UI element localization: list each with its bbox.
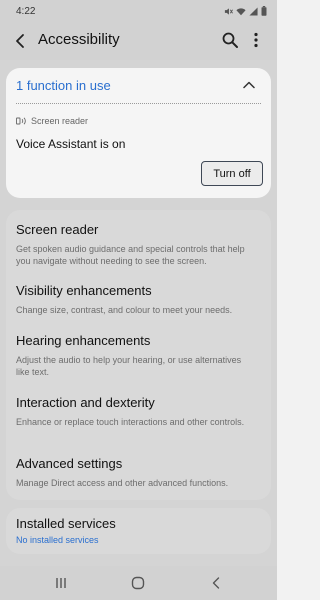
status-bar: 4:22 xyxy=(0,0,277,22)
mute-icon xyxy=(224,7,233,15)
screen-reader-icon xyxy=(16,117,26,125)
back-nav-icon[interactable] xyxy=(210,576,222,590)
menu-item-description: Adjust the audio to help your hearing, o… xyxy=(16,355,242,377)
menu-item-visibility[interactable]: Visibility enhancements Change size, con… xyxy=(6,283,271,317)
active-function-card: 1 function in use Screen reader Voice As… xyxy=(6,68,271,198)
menu-item-title: Screen reader xyxy=(16,222,99,237)
active-function-title: 1 function in use xyxy=(16,78,111,93)
menu-item-interaction[interactable]: Interaction and dexterity Enhance or rep… xyxy=(6,395,271,441)
voice-assistant-status: Voice Assistant is on xyxy=(16,137,126,151)
dotted-divider xyxy=(16,103,261,104)
search-icon[interactable] xyxy=(221,31,239,49)
installed-services[interactable]: Installed services No installed services xyxy=(6,508,271,554)
back-arrow-icon[interactable] xyxy=(12,32,30,50)
menu-item-description: Get spoken audio guidance and special co… xyxy=(16,244,245,266)
menu-item-title: Hearing enhancements xyxy=(16,333,151,348)
app-bar: Accessibility xyxy=(0,22,277,60)
menu-item-description: Enhance or replace touch interactions an… xyxy=(16,417,245,427)
active-function-header[interactable]: 1 function in use xyxy=(6,68,271,102)
service-label: Screen reader xyxy=(31,116,89,126)
home-icon[interactable] xyxy=(131,576,145,590)
status-icons xyxy=(224,6,267,16)
installed-services-title: Installed services xyxy=(16,516,116,531)
menu-item-title: Advanced settings xyxy=(16,456,123,471)
signal-icon xyxy=(249,6,258,16)
menu-item-description: Change size, contrast, and colour to mee… xyxy=(16,305,233,315)
wifi-icon xyxy=(236,7,246,15)
service-row: Screen reader xyxy=(16,116,88,126)
menu-item-hearing[interactable]: Hearing enhancements Adjust the audio to… xyxy=(6,333,271,379)
battery-icon xyxy=(261,6,267,16)
menu-item-title: Visibility enhancements xyxy=(16,283,152,298)
page-title: Accessibility xyxy=(38,31,120,48)
recents-icon[interactable] xyxy=(54,577,68,589)
menu-item-title: Interaction and dexterity xyxy=(16,395,155,410)
status-time: 4:22 xyxy=(16,5,36,17)
menu-item-advanced[interactable]: Advanced settings Manage Direct access a… xyxy=(6,456,271,490)
chevron-up-icon[interactable] xyxy=(242,78,256,92)
menu-item-screen-reader[interactable]: Screen reader Get spoken audio guidance … xyxy=(6,222,271,268)
installed-services-subtitle: No installed services xyxy=(16,535,99,545)
accessibility-menu: Screen reader Get spoken audio guidance … xyxy=(6,210,271,500)
navigation-bar xyxy=(0,566,277,600)
turn-off-button[interactable]: Turn off xyxy=(201,161,263,186)
menu-item-description: Manage Direct access and other advanced … xyxy=(16,478,229,488)
more-options-icon[interactable] xyxy=(249,31,263,49)
